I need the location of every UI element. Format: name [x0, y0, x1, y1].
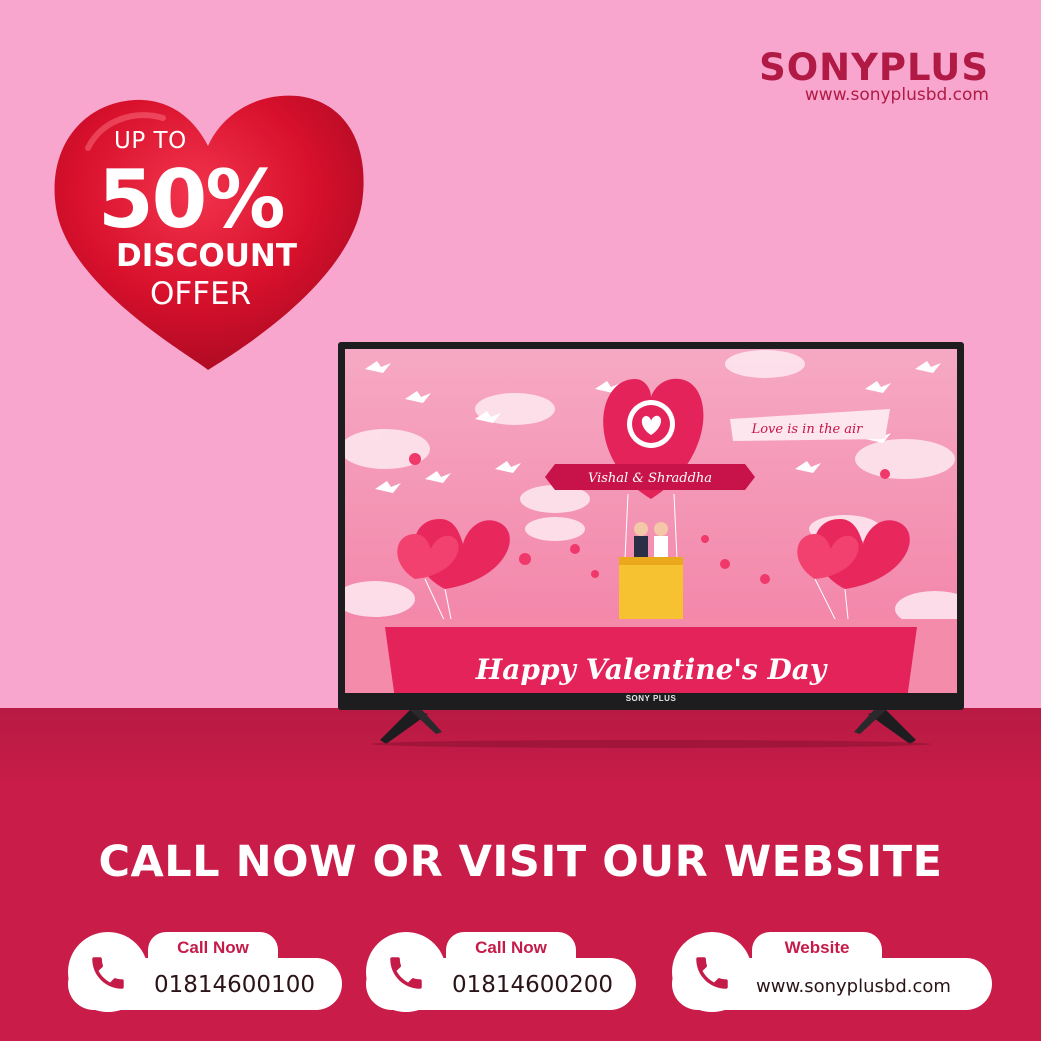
offer-label: OFFER [150, 276, 252, 312]
contact-website[interactable]: Website www.sonyplusbd.com [672, 932, 992, 1012]
offer-up-to: UP TO [114, 128, 187, 154]
contact-call-2[interactable]: Call Now 01814600200 [366, 932, 636, 1012]
offer-discount: DISCOUNT [116, 238, 297, 274]
screen-banner-text: Happy Valentine's Day [475, 653, 828, 686]
brand-block: SONYPLUS www.sonyplusbd.com [759, 46, 989, 105]
offer-percent: 50% [98, 153, 285, 246]
phone-icon [696, 957, 728, 989]
valentine-illustration: Vishal & Shraddha Love is in the air Hap… [345, 349, 957, 693]
brand-name: SONYPLUS [759, 46, 989, 89]
discount-heart: UP TO 50% DISCOUNT OFFER [48, 88, 368, 378]
screen-couple-names: Vishal & Shraddha [588, 471, 712, 486]
tv-screen: Vishal & Shraddha Love is in the air Hap… [345, 349, 957, 693]
offer-text: UP TO 50% DISCOUNT OFFER [48, 88, 368, 378]
contact-value[interactable]: www.sonyplusbd.com [756, 976, 951, 997]
contact-circle [672, 932, 752, 1012]
contact-circle [366, 932, 446, 1012]
contact-value[interactable]: 01814600100 [154, 972, 315, 998]
tv-brand-label: SONY PLUS [625, 694, 677, 703]
screen-ribbon-text: Love is in the air [751, 422, 864, 437]
contact-call-1[interactable]: Call Now 01814600100 [68, 932, 342, 1012]
contact-label: Website [752, 932, 882, 968]
contact-label: Call Now [148, 932, 278, 968]
phone-icon [390, 957, 422, 989]
phone-icon [92, 957, 124, 989]
contact-circle [68, 932, 148, 1012]
contact-value[interactable]: 01814600200 [452, 972, 613, 998]
contact-label: Call Now [446, 932, 576, 968]
cta-title: CALL NOW OR VISIT OUR WEBSITE [98, 837, 943, 887]
television: Vishal & Shraddha Love is in the air Hap… [338, 342, 964, 714]
